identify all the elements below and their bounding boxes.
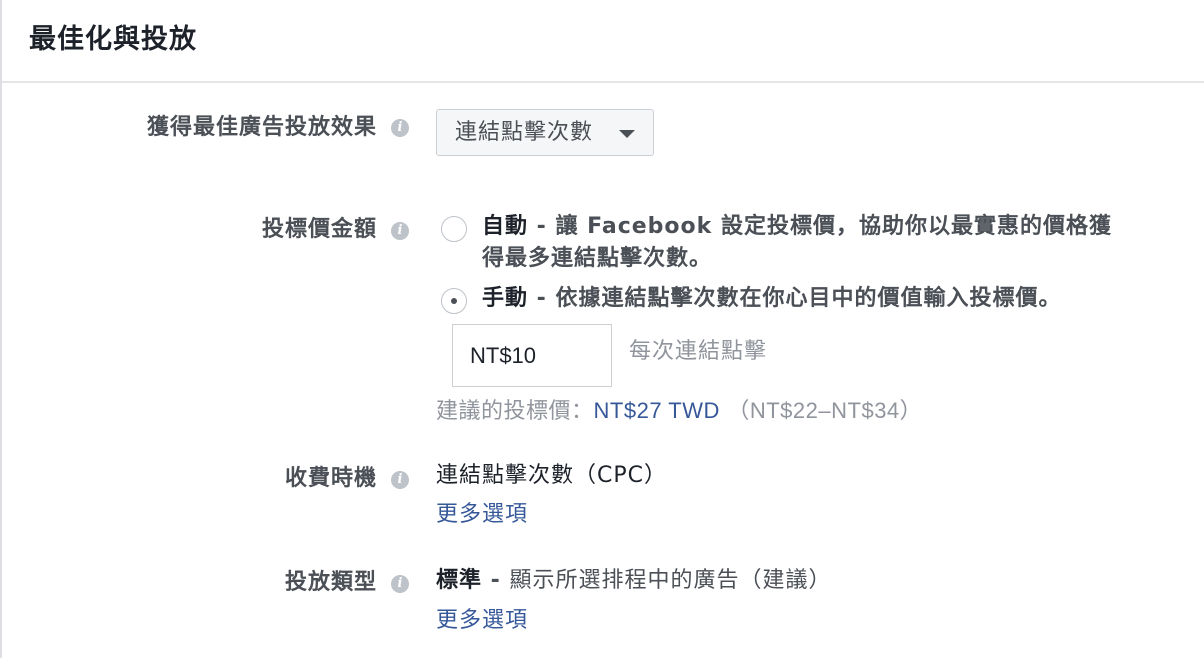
suggested-bid-range: （NT$22–NT$34）: [727, 398, 923, 423]
bid-manual-option: 手動 - 依據連結點擊次數在你心目中的價值輸入投標價。: [482, 283, 1182, 315]
bid-auto-option: 自動 - 讓 Facebook 設定投標價，協助你以最實惠的價格獲: [482, 211, 1182, 243]
bid-manual-radio[interactable]: [441, 288, 467, 314]
optimization-dropdown[interactable]: 連結點擊次數: [436, 109, 654, 156]
info-icon[interactable]: i: [391, 119, 409, 137]
info-icon[interactable]: i: [391, 222, 409, 240]
suggested-bid: 建議的投標價：NT$27 TWD （NT$22–NT$34）: [436, 396, 922, 427]
bid-amount-input[interactable]: NT$10: [452, 324, 612, 387]
suggested-bid-prefix: 建議的投標價：: [436, 399, 594, 424]
delivery-separator: -: [482, 568, 510, 593]
optimization-delivery-panel: 最佳化與投放 獲得最佳廣告投放效果 i 連結點擊次數 投標價金額 i 自動 - …: [0, 0, 1204, 658]
bid-label: 投標價金額: [261, 217, 377, 242]
optimization-selected: 連結點擊次數: [455, 119, 594, 145]
bid-auto-description-line2: 得最多連結點擊次數。: [482, 246, 713, 271]
chevron-down-icon: [619, 130, 635, 138]
section-title: 最佳化與投放: [29, 24, 197, 55]
bid-unit-label: 每次連結點擊: [629, 339, 768, 364]
bid-manual-separator: -: [528, 286, 556, 311]
bid-auto-radio[interactable]: [441, 216, 467, 242]
bid-auto-separator: -: [528, 214, 556, 239]
delivery-value: 標準 - 顯示所選排程中的廣告（建議）: [436, 566, 831, 596]
section-header: 最佳化與投放: [2, 0, 1204, 83]
bid-manual-description: 依據連結點擊次數在你心目中的價值輸入投標價。: [555, 286, 1062, 311]
delivery-more-options-link[interactable]: 更多選項: [436, 606, 528, 636]
info-icon[interactable]: i: [391, 471, 409, 489]
bid-auto-description-line1: 讓 Facebook 設定投標價，協助你以最實惠的價格獲: [555, 214, 1112, 239]
charge-label: 收費時機: [284, 466, 377, 491]
bid-auto-title: 自動: [482, 214, 529, 239]
charge-value: 連結點擊次數（CPC）: [436, 463, 667, 488]
delivery-label: 投放類型: [284, 570, 377, 595]
delivery-value-description: 顯示所選排程中的廣告（建議）: [509, 568, 832, 593]
info-icon[interactable]: i: [391, 575, 409, 593]
delivery-value-strong: 標準: [436, 568, 483, 593]
suggested-bid-value: NT$27 TWD: [593, 398, 720, 423]
bid-manual-title: 手動: [482, 286, 529, 311]
charge-more-options-link[interactable]: 更多選項: [436, 500, 528, 530]
optimization-label: 獲得最佳廣告投放效果: [146, 115, 377, 140]
